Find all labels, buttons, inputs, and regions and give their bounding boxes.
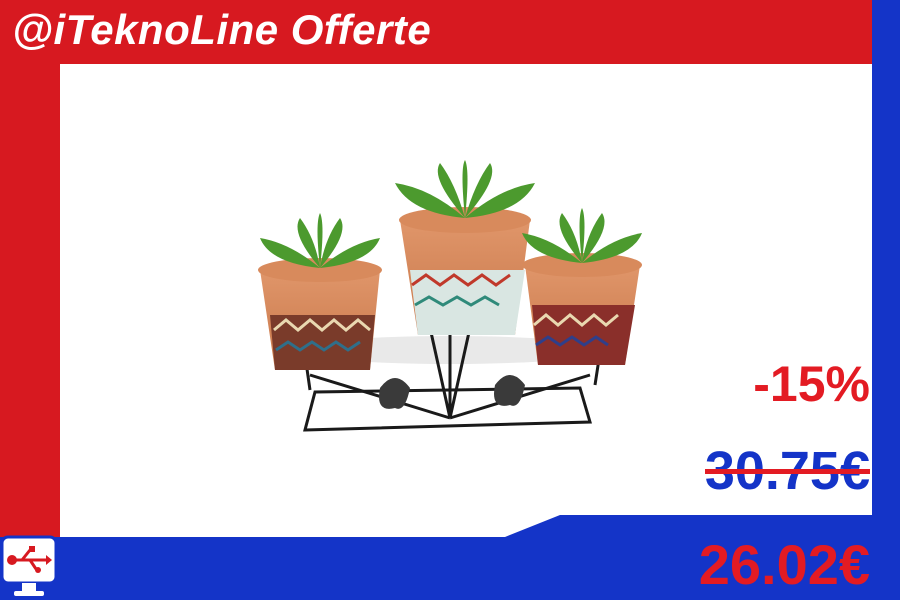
- succulent-pots-icon: [258, 160, 642, 432]
- old-price: 30.75€: [704, 440, 870, 502]
- right-band: [872, 0, 900, 600]
- strikethrough-line: [704, 469, 870, 474]
- discount-badge: -15%: [753, 356, 870, 412]
- new-price: 26.02€: [698, 533, 870, 596]
- page-title: @iTeknoLine Offerte: [12, 6, 432, 53]
- left-band: [0, 0, 60, 537]
- usb-monitor-icon: [0, 535, 58, 596]
